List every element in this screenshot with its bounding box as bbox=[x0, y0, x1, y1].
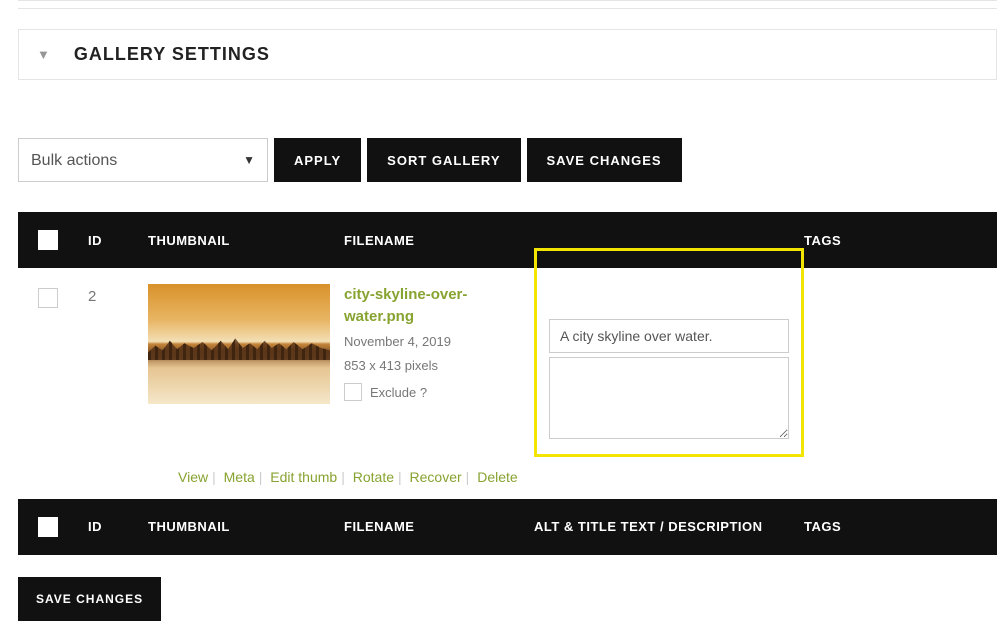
save-changes-bottom-button[interactable]: SAVE CHANGES bbox=[18, 577, 161, 621]
description-textarea[interactable] bbox=[549, 357, 789, 439]
exclude-label: Exclude ? bbox=[370, 385, 427, 400]
file-dimensions: 853 x 413 pixels bbox=[344, 356, 534, 377]
toolbar: Bulk actions ▼ APPLY SORT GALLERY SAVE C… bbox=[18, 138, 997, 182]
select-all-checkbox[interactable] bbox=[38, 230, 58, 250]
exclude-checkbox[interactable] bbox=[344, 383, 362, 401]
delete-link[interactable]: Delete bbox=[477, 469, 517, 485]
meta-link[interactable]: Meta bbox=[224, 469, 255, 485]
view-link[interactable]: View bbox=[178, 469, 208, 485]
table-footer: ID THUMBNAIL FILENAME ALT & TITLE TEXT /… bbox=[18, 499, 997, 555]
gallery-table: ID THUMBNAIL FILENAME TAGS 2 city-skylin… bbox=[18, 212, 997, 555]
edit-thumb-link[interactable]: Edit thumb bbox=[270, 469, 337, 485]
col-alt-footer: ALT & TITLE TEXT / DESCRIPTION bbox=[534, 517, 804, 537]
col-filename-header: FILENAME bbox=[344, 233, 534, 248]
sort-gallery-button[interactable]: SORT GALLERY bbox=[367, 138, 520, 182]
table-header: ID THUMBNAIL FILENAME TAGS bbox=[18, 212, 997, 268]
bulk-actions-select[interactable]: Bulk actions ▼ bbox=[18, 138, 268, 182]
col-id-header: ID bbox=[88, 233, 148, 248]
bulk-actions-dropdown[interactable]: Bulk actions bbox=[19, 140, 267, 181]
rotate-link[interactable]: Rotate bbox=[353, 469, 394, 485]
collapse-triangle-icon[interactable]: ▼ bbox=[37, 47, 50, 62]
col-tags-footer: TAGS bbox=[804, 519, 977, 534]
select-all-checkbox-footer[interactable] bbox=[38, 517, 58, 537]
recover-link[interactable]: Recover bbox=[410, 469, 462, 485]
col-id-footer: ID bbox=[88, 519, 148, 534]
thumbnail-image[interactable] bbox=[148, 284, 330, 404]
row-checkbox[interactable] bbox=[38, 288, 58, 308]
apply-button[interactable]: APPLY bbox=[274, 138, 361, 182]
filename-link[interactable]: city-skyline-over-water.png bbox=[344, 284, 534, 328]
col-thumbnail-header: THUMBNAIL bbox=[148, 233, 344, 248]
col-filename-footer: FILENAME bbox=[344, 519, 534, 534]
alt-text-input[interactable] bbox=[549, 319, 789, 353]
col-thumbnail-footer: THUMBNAIL bbox=[148, 519, 344, 534]
col-alt-header-text: ALT & TITLE TEXT / DESCRIPTION bbox=[549, 259, 789, 305]
row-actions: View| Meta| Edit thumb| Rotate| Recover|… bbox=[18, 469, 997, 499]
col-tags-header: TAGS bbox=[804, 233, 977, 248]
file-date: November 4, 2019 bbox=[344, 332, 534, 353]
table-row: 2 city-skyline-over-water.png November 4… bbox=[18, 268, 997, 459]
alt-text-highlight: ALT & TITLE TEXT / DESCRIPTION bbox=[534, 248, 804, 457]
gallery-settings-title: GALLERY SETTINGS bbox=[74, 44, 270, 65]
row-id: 2 bbox=[88, 284, 148, 305]
top-divider bbox=[18, 0, 997, 9]
save-changes-button[interactable]: SAVE CHANGES bbox=[527, 138, 682, 182]
gallery-settings-panel[interactable]: ▼ GALLERY SETTINGS bbox=[18, 29, 997, 80]
